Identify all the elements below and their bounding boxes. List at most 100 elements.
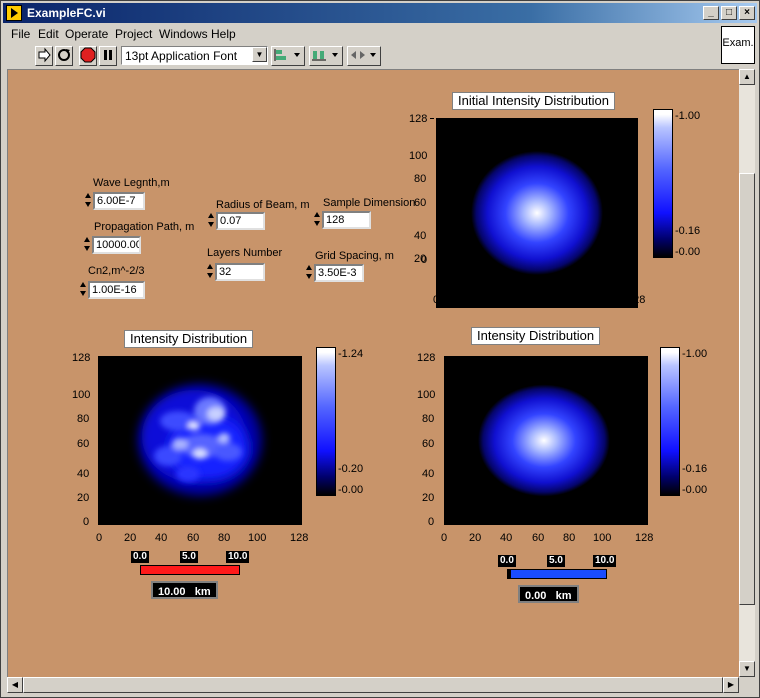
cn2-label: Cn2,m^-2/3 — [88, 265, 145, 277]
propagation-path-input[interactable]: 10000.00 — [92, 236, 141, 254]
distance-slider-left[interactable] — [140, 565, 240, 575]
menu-windows[interactable]: Windows — [159, 27, 208, 41]
cn2-spinner[interactable] — [80, 282, 87, 298]
vacuum-x-tick-100: 100 — [593, 532, 612, 544]
font-selector-value: 13pt Application Font — [125, 49, 238, 63]
labview-vi-icon — [6, 5, 22, 21]
initial-x-tick-60: 60 — [524, 294, 537, 306]
horizontal-scroll-thumb[interactable] — [23, 677, 723, 693]
turbulent-color-ramp[interactable] — [316, 347, 336, 496]
grid-spacing-input[interactable]: 3.50E-3 — [314, 264, 364, 282]
cn2-input[interactable]: 1.00E-16 — [88, 281, 145, 299]
turbulent-x-tick-20: 20 — [124, 532, 137, 544]
vacuum-color-ramp[interactable] — [660, 347, 680, 496]
initial-x-tick-0: 0 — [433, 294, 440, 306]
turbulent-y-tick-20: 20 — [77, 492, 90, 504]
turbulent-x-tick-80: 80 — [218, 532, 231, 544]
run-continuously-icon — [58, 49, 70, 61]
vacuum-cb-min: -0.00 — [682, 484, 708, 496]
stop-sign-icon — [80, 47, 96, 63]
speckle-pattern-image — [138, 384, 262, 496]
front-panel: Wave Legnth,m 6.00E-7 Propagation Path, … — [7, 69, 739, 677]
turbulent-y-tick-128: 128 — [72, 352, 91, 364]
align-objects-button[interactable] — [271, 46, 305, 66]
distribute-objects-button[interactable] — [309, 46, 343, 66]
vacuum-cb-max: -1.00 — [682, 348, 708, 360]
run-button[interactable] — [35, 46, 53, 66]
menu-bar: File Edit Operate Project Windows Help — [3, 25, 719, 43]
initial-x-tick-40: 40 — [492, 294, 505, 306]
menu-help[interactable]: Help — [211, 27, 236, 41]
run-continuously-button[interactable] — [55, 46, 73, 66]
scroll-right-icon[interactable]: ▶ — [723, 677, 739, 693]
radius-input[interactable]: 0.07 — [216, 212, 265, 230]
turbulent-y-tick-40: 40 — [77, 468, 90, 480]
initial-color-ramp[interactable] — [653, 109, 673, 258]
scroll-down-icon[interactable]: ▼ — [739, 661, 755, 677]
vacuum-x-tick-0: 0 — [441, 532, 448, 544]
title-bar[interactable]: ExampleFC.vi _ □ × — [3, 3, 757, 23]
font-selector[interactable]: 13pt Application Font ▼ — [121, 46, 268, 65]
scroll-left-icon[interactable]: ◀ — [7, 677, 23, 693]
vacuum-x-tick-80: 80 — [563, 532, 576, 544]
menu-project[interactable]: Project — [115, 27, 152, 41]
reorder-button[interactable] — [347, 46, 381, 66]
turbulent-cb-min: -0.00 — [338, 484, 364, 496]
wave-length-spinner[interactable] — [85, 193, 92, 209]
vi-connector-icon[interactable]: Exam. — [721, 26, 755, 64]
vacuum-x-tick-128: 128 — [635, 532, 654, 544]
pause-button[interactable] — [99, 46, 117, 66]
turbulent-y-tick-80: 80 — [77, 413, 90, 425]
right-slider-tick-5: 5.0 — [547, 555, 565, 567]
distribute-icon — [312, 51, 338, 61]
vacuum-y-tick-60: 60 — [422, 438, 435, 450]
close-button[interactable]: × — [739, 6, 755, 20]
wave-length-input[interactable]: 6.00E-7 — [93, 192, 145, 210]
turbulent-intensity-graph[interactable] — [98, 356, 302, 525]
abort-button[interactable] — [79, 46, 97, 66]
initial-y-tick-0: 0 — [421, 254, 428, 266]
propagation-path-spinner[interactable] — [84, 237, 91, 253]
size-grip[interactable] — [739, 677, 755, 693]
layers-spinner[interactable] — [207, 264, 214, 280]
layers-input[interactable]: 32 — [215, 263, 265, 281]
initial-x-tick-20: 20 — [461, 294, 474, 306]
vacuum-x-tick-40: 40 — [500, 532, 513, 544]
grid-spacing-spinner[interactable] — [306, 265, 313, 281]
menu-file[interactable]: File — [11, 27, 30, 41]
window-title: ExampleFC.vi — [27, 6, 106, 20]
vacuum-intensity-graph[interactable] — [444, 356, 648, 525]
menu-edit[interactable]: Edit — [38, 27, 59, 41]
initial-x-tick-80: 80 — [555, 294, 568, 306]
initial-cb-max: -1.00 — [675, 110, 701, 122]
turbulent-x-tick-40: 40 — [155, 532, 168, 544]
initial-x-tick-128: 128 — [627, 294, 646, 306]
sample-dimension-input[interactable]: 128 — [322, 211, 371, 229]
maximize-button[interactable]: □ — [721, 6, 737, 20]
menu-operate[interactable]: Operate — [65, 27, 108, 41]
initial-intensity-graph[interactable] — [436, 118, 638, 308]
distance-readout-left: 10.00 km — [151, 581, 218, 599]
toolbar: 13pt Application Font ▼ — [3, 43, 719, 67]
vacuum-x-tick-60: 60 — [532, 532, 545, 544]
chevron-down-icon[interactable]: ▼ — [252, 47, 267, 62]
right-slider-tick-0: 0.0 — [498, 555, 516, 567]
initial-y-tick-40: 40 — [414, 230, 427, 242]
distance-slider-right[interactable] — [507, 569, 607, 579]
grid-spacing-label: Grid Spacing, m — [315, 250, 394, 262]
distance-slider-left-fill — [141, 566, 239, 574]
vacuum-y-tick-80: 80 — [422, 413, 435, 425]
turbulent-y-tick-60: 60 — [77, 438, 90, 450]
vacuum-y-tick-20: 20 — [422, 492, 435, 504]
vertical-scroll-thumb[interactable] — [739, 173, 755, 605]
radius-spinner[interactable] — [208, 213, 215, 229]
initial-y-tick-60: 60 — [414, 197, 427, 209]
sample-dimension-spinner[interactable] — [314, 212, 321, 228]
horizontal-scrollbar[interactable]: ◀ ▶ — [7, 677, 739, 693]
scroll-up-icon[interactable]: ▲ — [739, 69, 755, 85]
minimize-button[interactable]: _ — [703, 6, 719, 20]
align-icon — [274, 49, 300, 61]
vertical-scrollbar[interactable]: ▲ ▼ — [739, 69, 755, 677]
vacuum-y-tick-40: 40 — [422, 468, 435, 480]
initial-y-tick-128: 128 — [409, 113, 428, 125]
